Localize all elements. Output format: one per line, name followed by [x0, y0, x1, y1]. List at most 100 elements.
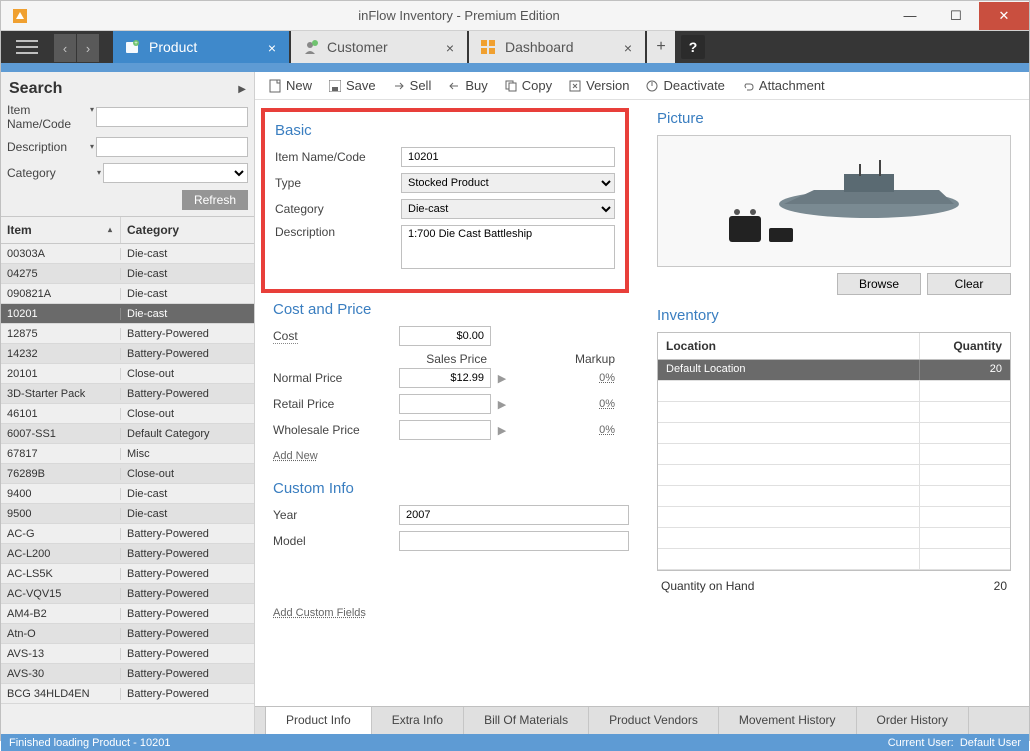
table-row[interactable] — [658, 528, 1010, 549]
list-item[interactable]: AC-VQV15Battery-Powered — [1, 584, 254, 604]
cost-input[interactable] — [399, 326, 491, 346]
copy-button[interactable]: Copy — [497, 76, 559, 95]
list-item[interactable]: 46101Close-out — [1, 404, 254, 424]
attachment-button[interactable]: Attachment — [734, 76, 832, 95]
version-button[interactable]: Version — [561, 76, 636, 95]
close-button[interactable]: ✕ — [979, 2, 1029, 30]
bottom-tab[interactable]: Bill Of Materials — [464, 707, 589, 734]
list-item[interactable]: AC-L200Battery-Powered — [1, 544, 254, 564]
tab-product[interactable]: + Product × — [113, 31, 289, 63]
item-list[interactable]: 00303ADie-cast04275Die-cast090821ADie-ca… — [1, 244, 254, 734]
minimize-button[interactable]: — — [887, 2, 933, 30]
table-row[interactable] — [658, 402, 1010, 423]
list-item[interactable]: AM4-B2Battery-Powered — [1, 604, 254, 624]
table-row[interactable] — [658, 507, 1010, 528]
clear-button[interactable]: Clear — [927, 273, 1011, 295]
table-row[interactable] — [658, 423, 1010, 444]
list-item[interactable]: 67817Misc — [1, 444, 254, 464]
search-category-select[interactable] — [103, 163, 248, 183]
help-button[interactable]: ? — [681, 35, 705, 59]
tab-dashboard[interactable]: Dashboard × — [469, 31, 645, 63]
list-item[interactable]: AVS-13Battery-Powered — [1, 644, 254, 664]
markup-value[interactable]: 0% — [513, 398, 629, 410]
list-item[interactable]: 12875Battery-Powered — [1, 324, 254, 344]
list-item[interactable]: 10201Die-cast — [1, 304, 254, 324]
category-select[interactable]: Die-cast — [401, 199, 615, 219]
list-item[interactable]: 00303ADie-cast — [1, 244, 254, 264]
list-item[interactable]: BCG 34HLD4ENBattery-Powered — [1, 684, 254, 704]
bottom-tab[interactable]: Product Vendors — [589, 707, 719, 734]
bottom-tabs: Product InfoExtra InfoBill Of MaterialsP… — [255, 706, 1029, 734]
markup-value[interactable]: 0% — [513, 372, 629, 384]
qoh-value: 20 — [947, 579, 1007, 593]
new-button[interactable]: New — [261, 76, 319, 95]
picture-box[interactable] — [657, 135, 1011, 267]
bottom-tab[interactable]: Extra Info — [372, 707, 464, 734]
dropdown-icon[interactable]: ▾ — [97, 168, 101, 177]
arrow-icon[interactable]: ▶ — [491, 398, 513, 411]
search-description-input[interactable] — [96, 137, 248, 157]
nav-back-button[interactable]: ‹ — [54, 34, 76, 62]
deactivate-button[interactable]: Deactivate — [638, 76, 731, 95]
header-category[interactable]: Category — [121, 217, 254, 243]
list-item[interactable]: 6007-SS1Default Category — [1, 424, 254, 444]
bottom-tab[interactable]: Product Info — [265, 706, 372, 734]
dropdown-icon[interactable]: ▾ — [90, 142, 94, 151]
table-row[interactable] — [658, 444, 1010, 465]
table-row[interactable] — [658, 549, 1010, 570]
dropdown-icon[interactable]: ▾ — [90, 105, 94, 114]
description-textarea[interactable] — [401, 225, 615, 269]
header-item[interactable]: Item▴ — [1, 217, 121, 243]
list-item[interactable]: 9400Die-cast — [1, 484, 254, 504]
list-item[interactable]: AC-GBattery-Powered — [1, 524, 254, 544]
tabs: + Product × Customer × Dashboard × + — [113, 31, 675, 63]
inv-header-quantity[interactable]: Quantity — [920, 333, 1010, 359]
list-item[interactable]: 20101Close-out — [1, 364, 254, 384]
refresh-button[interactable]: Refresh — [182, 190, 248, 210]
list-item[interactable]: 76289BClose-out — [1, 464, 254, 484]
sell-button[interactable]: Sell — [385, 76, 439, 95]
add-new-price-link[interactable]: Add New — [273, 450, 318, 462]
tab-close-icon[interactable]: × — [443, 40, 457, 54]
model-input[interactable] — [399, 531, 629, 551]
table-row[interactable] — [658, 381, 1010, 402]
price-input[interactable] — [399, 420, 491, 440]
add-custom-fields-link[interactable]: Add Custom Fields — [273, 607, 366, 619]
table-row[interactable] — [658, 486, 1010, 507]
tab-close-icon[interactable]: × — [621, 40, 635, 54]
list-item[interactable]: AC-LS5KBattery-Powered — [1, 564, 254, 584]
itemname-input[interactable] — [401, 147, 615, 167]
save-button[interactable]: Save — [321, 76, 383, 95]
markup-value[interactable]: 0% — [513, 424, 629, 436]
price-input[interactable] — [399, 394, 491, 414]
tab-customer[interactable]: Customer × — [291, 31, 467, 63]
list-item[interactable]: Atn-OBattery-Powered — [1, 624, 254, 644]
content: New Save Sell Buy Copy Version Deactivat… — [255, 72, 1029, 734]
new-tab-button[interactable]: + — [647, 31, 675, 63]
arrow-icon[interactable]: ▶ — [491, 372, 513, 385]
bottom-tab[interactable]: Movement History — [719, 707, 857, 734]
buy-button[interactable]: Buy — [440, 76, 494, 95]
collapse-icon[interactable]: ▶ — [238, 84, 246, 95]
table-row[interactable]: Default Location20 — [658, 360, 1010, 381]
inv-header-location[interactable]: Location — [658, 333, 920, 359]
list-item[interactable]: 9500Die-cast — [1, 504, 254, 524]
browse-button[interactable]: Browse — [837, 273, 921, 295]
list-item[interactable]: 090821ADie-cast — [1, 284, 254, 304]
maximize-button[interactable]: ☐ — [933, 2, 979, 30]
list-item[interactable]: 04275Die-cast — [1, 264, 254, 284]
tab-close-icon[interactable]: × — [265, 40, 279, 54]
type-select[interactable]: Stocked Product — [401, 173, 615, 193]
sidebar: Search ▶ Item Name/Code▾ Description▾ Ca… — [1, 72, 255, 734]
table-row[interactable] — [658, 465, 1010, 486]
search-itemname-input[interactable] — [96, 107, 248, 127]
year-input[interactable] — [399, 505, 629, 525]
list-item[interactable]: 3D-Starter PackBattery-Powered — [1, 384, 254, 404]
price-input[interactable] — [399, 368, 491, 388]
arrow-icon[interactable]: ▶ — [491, 424, 513, 437]
menu-button[interactable] — [1, 40, 53, 54]
bottom-tab[interactable]: Order History — [857, 707, 969, 734]
list-item[interactable]: 14232Battery-Powered — [1, 344, 254, 364]
nav-forward-button[interactable]: › — [77, 34, 99, 62]
list-item[interactable]: AVS-30Battery-Powered — [1, 664, 254, 684]
